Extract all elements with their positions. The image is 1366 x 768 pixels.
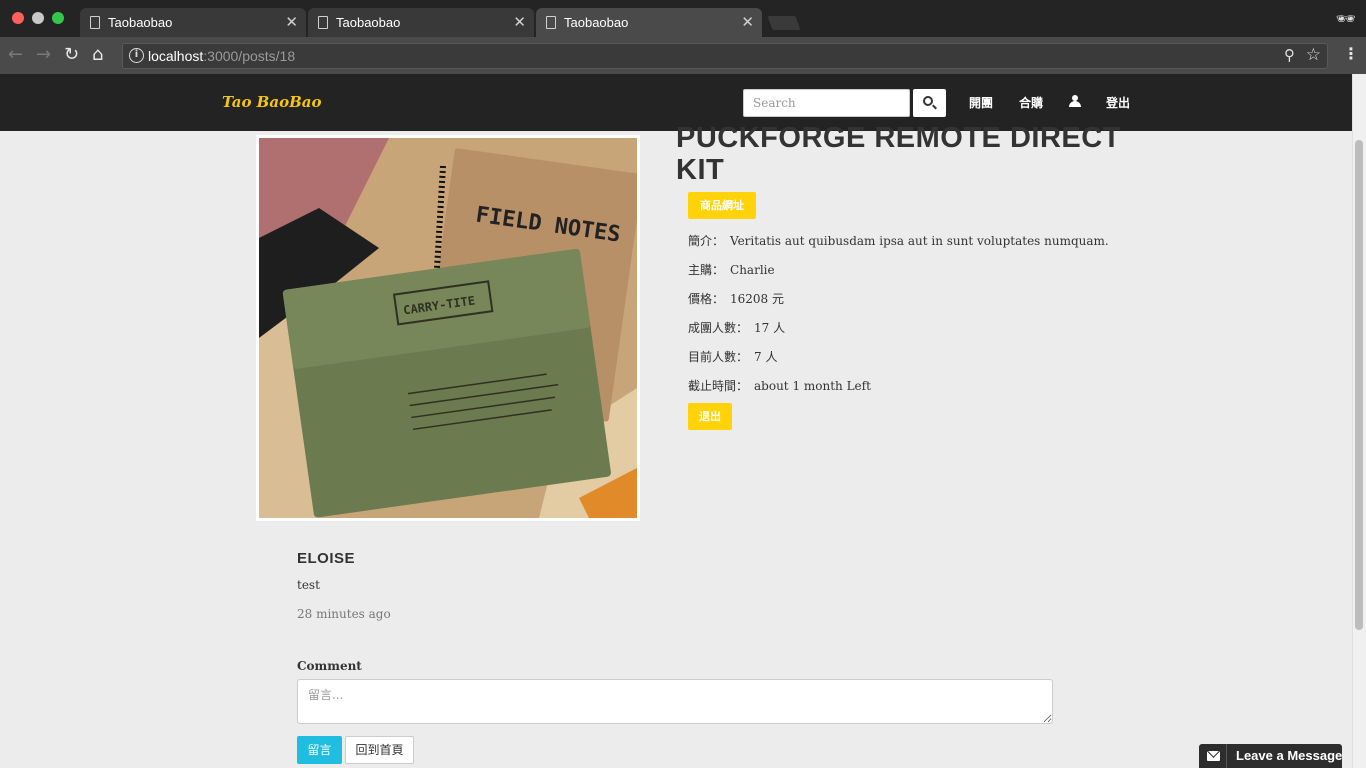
comment-author: ELOISE [297, 550, 356, 567]
new-tab-button[interactable] [767, 16, 801, 30]
min-members-line: 成團人數： 17 人 [688, 321, 786, 335]
browser-tab-bar: Taobaobao ✕ Taobaobao ✕ Taobaobao ✕ 🕶 [0, 0, 1366, 37]
zoom-icon[interactable]: ⚲ [1284, 46, 1295, 64]
browser-tab-3-active[interactable]: Taobaobao ✕ [536, 8, 762, 37]
back-arrow-icon[interactable]: ← [8, 45, 23, 65]
nav-open-group-link[interactable]: 開團 [969, 94, 993, 111]
page-scrollbar-thumb[interactable] [1355, 140, 1363, 630]
deadline-line: 截止時間： about 1 month Left [688, 379, 871, 393]
product-image: FIELD NOTES CARRY-TITE [256, 135, 640, 521]
document-icon [90, 16, 100, 29]
info-icon[interactable]: i [129, 48, 144, 63]
browser-menu-icon[interactable]: ⋮ [1343, 44, 1359, 63]
address-bar[interactable]: i localhost:3000/posts/18 ⚲ ☆ [122, 43, 1328, 69]
comment-body: test [297, 578, 320, 592]
user-icon[interactable] [1069, 95, 1081, 107]
reload-icon[interactable]: ↻ [64, 45, 79, 65]
browser-tab-2[interactable]: Taobaobao ✕ [308, 8, 534, 37]
product-title: PUCKFORGE REMOTE DIRECT KIT [676, 122, 1121, 186]
exit-group-button[interactable]: 退出 [688, 403, 732, 430]
document-icon [318, 16, 328, 29]
leave-message-widget[interactable]: Leave a Message [1199, 744, 1342, 768]
product-link-button[interactable]: 商品網址 [688, 192, 756, 219]
submit-comment-button[interactable]: 留言 [297, 736, 342, 764]
search-button[interactable] [913, 89, 946, 117]
nav-group-buy-link[interactable]: 合購 [1019, 94, 1043, 111]
back-home-button[interactable]: 回到首頁 [345, 736, 414, 764]
close-tab-icon[interactable]: ✕ [285, 13, 298, 31]
comment-textarea[interactable] [297, 679, 1053, 724]
minimize-window-button[interactable] [32, 12, 44, 24]
close-tab-icon[interactable]: ✕ [741, 13, 754, 31]
nav-logout-link[interactable]: 登出 [1106, 94, 1130, 111]
bookmark-star-icon[interactable]: ☆ [1306, 45, 1321, 65]
close-window-button[interactable] [12, 12, 24, 24]
browser-tab-1[interactable]: Taobaobao ✕ [80, 8, 306, 37]
host-line: 主購： Charlie [688, 263, 775, 277]
comment-timestamp: 28 minutes ago [297, 607, 391, 621]
search-input[interactable] [743, 89, 910, 117]
incognito-icon: 🕶 [1335, 9, 1356, 28]
current-members-line: 目前人數： 7 人 [688, 350, 778, 364]
tab-title: Taobaobao [108, 15, 173, 30]
comment-form-label: Comment [297, 659, 362, 673]
leave-message-label: Leave a Message [1236, 748, 1342, 763]
home-icon[interactable]: ⌂ [92, 45, 103, 65]
maximize-window-button[interactable] [52, 12, 64, 24]
site-logo[interactable]: Tao BaoBao [222, 93, 321, 111]
product-photo: FIELD NOTES CARRY-TITE [259, 138, 637, 518]
document-icon [546, 16, 556, 29]
forward-arrow-icon[interactable]: → [36, 45, 51, 65]
close-tab-icon[interactable]: ✕ [513, 13, 526, 31]
price-line: 價格： 16208 元 [688, 292, 785, 306]
tab-title: Taobaobao [564, 15, 629, 30]
envelope-icon [1207, 751, 1220, 761]
intro-line: 簡介： Veritatis aut quibusdam ipsa aut in s… [688, 234, 1109, 248]
tab-title: Taobaobao [336, 15, 401, 30]
url-text: localhost:3000/posts/18 [148, 48, 296, 64]
